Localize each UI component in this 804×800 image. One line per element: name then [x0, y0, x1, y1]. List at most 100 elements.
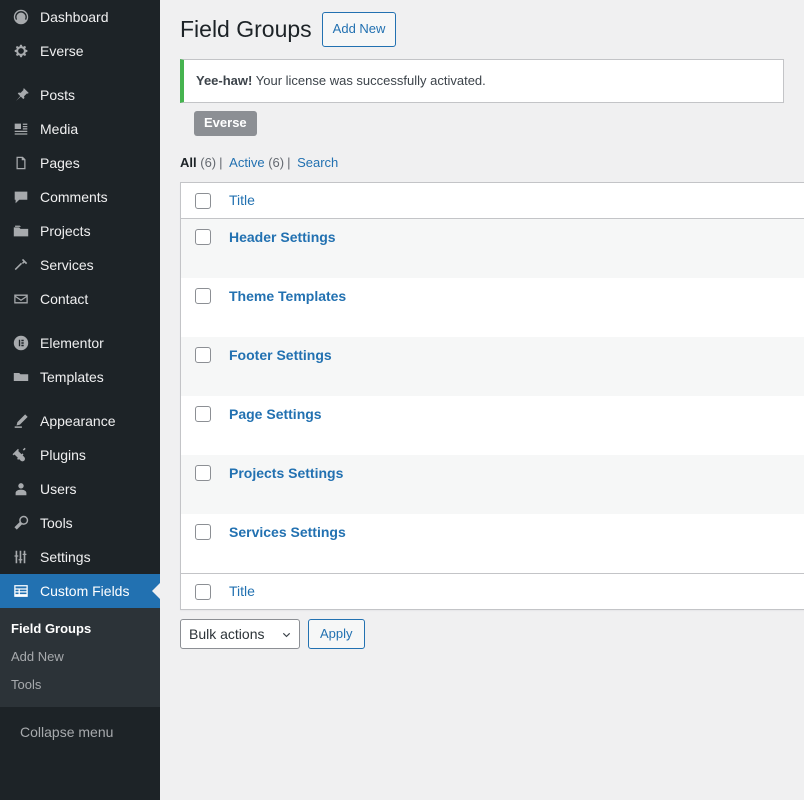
row-title-link[interactable]: Footer Settings — [229, 347, 332, 363]
settings-icon — [11, 547, 31, 567]
filter-link-all[interactable]: All — [180, 155, 197, 170]
sidebar-item-label: Projects — [40, 223, 91, 239]
sidebar-item-label: Appearance — [40, 413, 116, 429]
media-icon — [11, 119, 31, 139]
row-checkbox[interactable] — [195, 346, 211, 363]
filter-links: All (6) | Active (6) | Search — [180, 150, 804, 176]
submenu-item-add-new[interactable]: Add New — [0, 643, 160, 671]
row-title-link[interactable]: Projects Settings — [229, 465, 343, 481]
table-row: Header Settings — [181, 218, 804, 278]
select-all-header — [181, 182, 219, 219]
notice-strong: Yee-haw! — [196, 73, 253, 88]
everse-tab-pill[interactable]: Everse — [194, 110, 257, 136]
filter-link-search[interactable]: Search — [297, 155, 338, 170]
row-select-cell — [181, 218, 219, 278]
sidebar-item-posts[interactable]: Posts — [0, 78, 160, 112]
table-header-row: Title — [181, 182, 804, 219]
table-row: Theme Templates — [181, 277, 804, 337]
tools-icon — [11, 513, 31, 533]
main-content: Field Groups Add New Yee-haw! Your licen… — [160, 0, 804, 800]
sidebar-item-projects[interactable]: Projects — [0, 214, 160, 248]
filter-separator: | — [219, 154, 223, 170]
row-select-cell — [181, 513, 219, 573]
collapse-menu-label: Collapse menu — [20, 724, 114, 740]
sidebar-item-label: Custom Fields — [40, 583, 130, 599]
sidebar-item-label: Elementor — [40, 335, 104, 351]
row-select-cell — [181, 454, 219, 514]
collapse-menu-button[interactable]: Collapse menu — [0, 715, 160, 755]
sidebar-item-services[interactable]: Services — [0, 248, 160, 282]
table-footer-row: Title — [181, 572, 804, 609]
everse-pill-wrap: Everse — [180, 103, 804, 136]
elementor-icon — [11, 333, 31, 353]
sidebar-item-pages[interactable]: Pages — [0, 146, 160, 180]
row-checkbox[interactable] — [195, 523, 211, 540]
sidebar-item-elementor[interactable]: Elementor — [0, 326, 160, 360]
sidebar-item-contact[interactable]: Contact — [0, 282, 160, 316]
row-checkbox[interactable] — [195, 287, 211, 304]
sidebar-item-label: Plugins — [40, 447, 86, 463]
apply-button[interactable]: Apply — [308, 618, 365, 649]
row-checkbox[interactable] — [195, 464, 211, 481]
filter-link-active[interactable]: Active — [229, 155, 264, 170]
admin-page: Dashboard Everse Posts Media Pages Comme… — [0, 0, 804, 800]
sidebar-item-tools[interactable]: Tools — [0, 506, 160, 540]
sidebar-item-comments[interactable]: Comments — [0, 180, 160, 214]
filter-count-all: (6) — [200, 154, 217, 170]
row-checkbox[interactable] — [195, 228, 211, 245]
row-checkbox[interactable] — [195, 405, 211, 422]
sidebar-item-label: Settings — [40, 549, 91, 565]
table-row: Services Settings — [181, 513, 804, 573]
select-all-footer — [181, 572, 219, 609]
sidebar-item-plugins[interactable]: Plugins — [0, 438, 160, 472]
submenu-item-field-groups[interactable]: Field Groups — [0, 615, 160, 643]
sidebar-item-custom-fields[interactable]: Custom Fields — [0, 574, 160, 608]
plugins-icon — [11, 445, 31, 465]
submenu-item-tools[interactable]: Tools — [0, 671, 160, 699]
sidebar-item-media[interactable]: Media — [0, 112, 160, 146]
pin-icon — [11, 85, 31, 105]
users-icon — [11, 479, 31, 499]
sidebar-item-appearance[interactable]: Appearance — [0, 404, 160, 438]
sidebar-item-users[interactable]: Users — [0, 472, 160, 506]
row-title-link[interactable]: Page Settings — [229, 406, 322, 422]
select-all-checkbox-top[interactable] — [195, 193, 211, 209]
bulk-actions-select[interactable]: Bulk actions — [180, 618, 300, 649]
row-title-link[interactable]: Header Settings — [229, 229, 336, 245]
sidebar-item-settings[interactable]: Settings — [0, 540, 160, 574]
sidebar-item-label: Templates — [40, 369, 104, 385]
sidebar-item-everse[interactable]: Everse — [0, 34, 160, 68]
table-row: Page Settings — [181, 395, 804, 455]
filter-count-active: (6) — [268, 154, 285, 170]
sidebar-item-label: Contact — [40, 291, 89, 307]
sidebar-item-templates[interactable]: Templates — [0, 360, 160, 394]
column-header-title-link[interactable]: Title — [229, 192, 255, 208]
pages-icon — [11, 153, 31, 173]
column-header-title[interactable]: Title — [219, 182, 804, 219]
sidebar-separator — [0, 68, 160, 78]
row-title-link[interactable]: Theme Templates — [229, 288, 346, 304]
sidebar-item-label: Tools — [40, 515, 73, 531]
appearance-icon — [11, 411, 31, 431]
sidebar-item-label: Comments — [40, 189, 108, 205]
sidebar-separator — [0, 394, 160, 404]
row-title-cell: Services Settings — [219, 513, 804, 573]
sidebar-item-label: Users — [40, 481, 77, 497]
filter-item-active: Active (6) | — [229, 155, 293, 170]
row-select-cell — [181, 395, 219, 455]
table-head: Title — [181, 182, 804, 219]
page-title: Field Groups — [180, 15, 312, 42]
admin-sidebar: Dashboard Everse Posts Media Pages Comme… — [0, 0, 160, 800]
filter-item-search: Search — [297, 155, 338, 170]
row-title-cell: Page Settings — [219, 395, 804, 455]
row-title-link[interactable]: Services Settings — [229, 524, 346, 540]
column-footer-title[interactable]: Title — [219, 572, 804, 609]
sidebar-item-dashboard[interactable]: Dashboard — [0, 0, 160, 34]
column-footer-title-link[interactable]: Title — [229, 583, 255, 599]
select-all-checkbox-bottom[interactable] — [195, 584, 211, 600]
filter-separator: | — [287, 154, 291, 170]
sidebar-item-label: Everse — [40, 43, 84, 59]
notice-message: Your license was successfully activated. — [255, 73, 486, 88]
table-body: Header Settings Theme Templates Footer S… — [181, 218, 804, 573]
add-new-button[interactable]: Add New — [321, 12, 397, 47]
